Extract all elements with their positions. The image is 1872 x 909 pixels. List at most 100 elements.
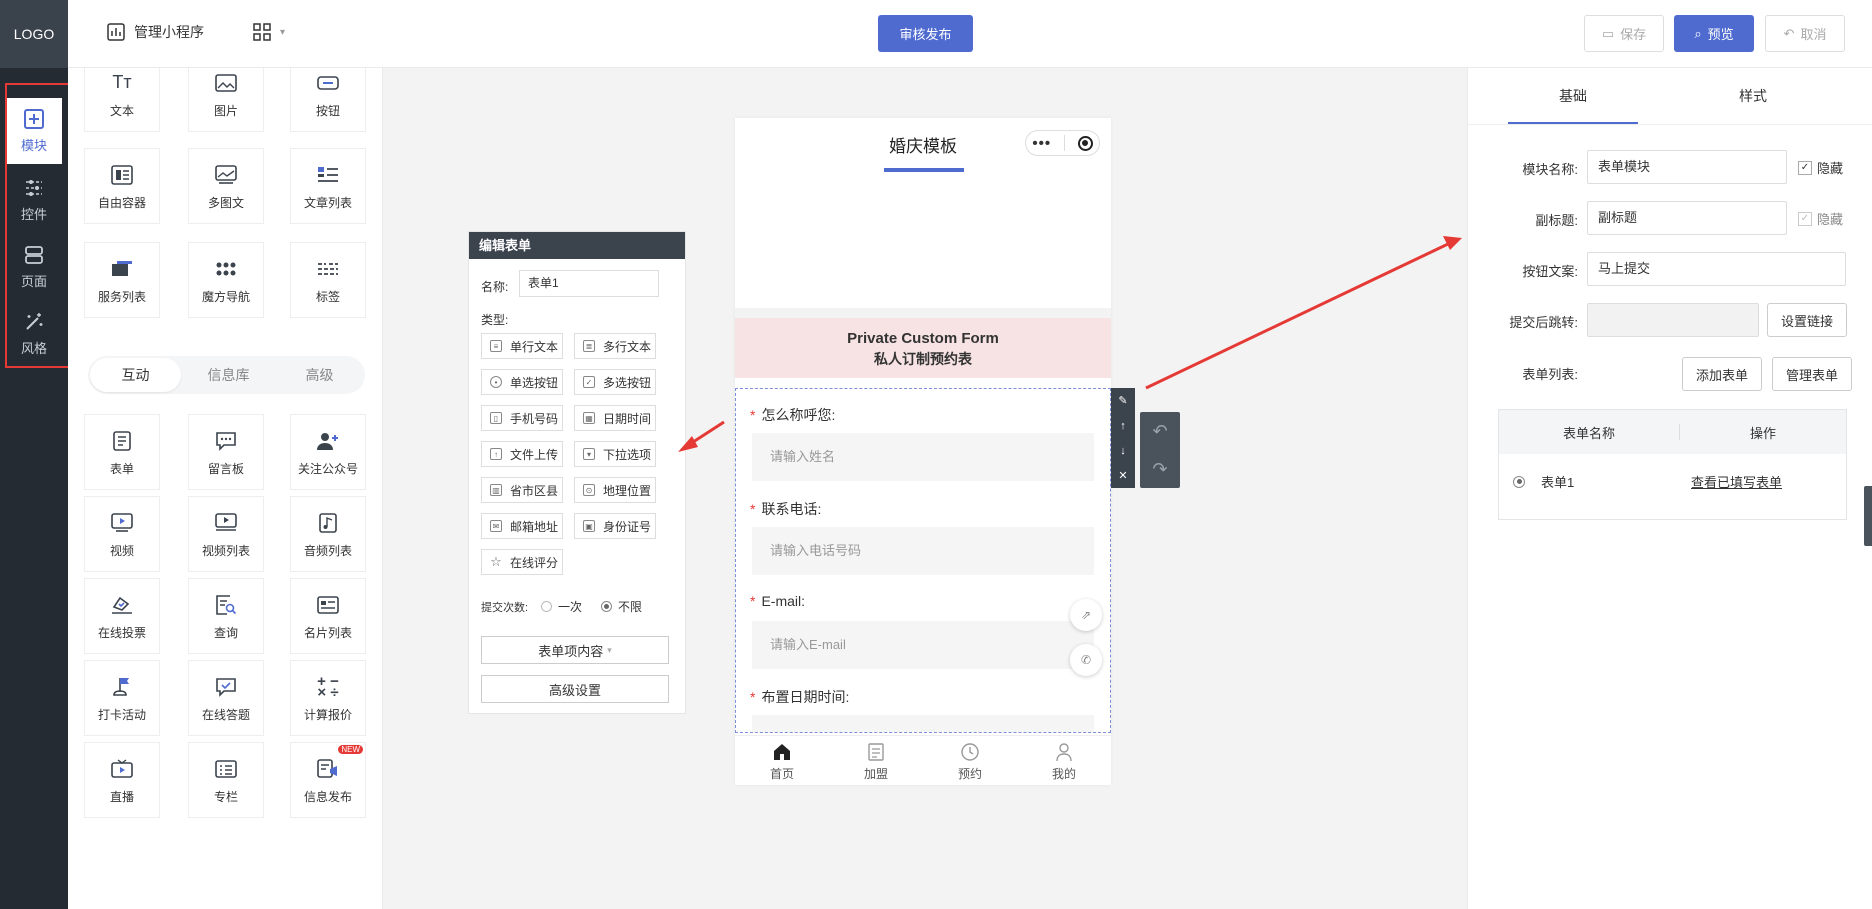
module-tile[interactable]: 服务列表 — [84, 242, 160, 318]
type-dropdown[interactable]: ▾ 下拉选项 — [574, 441, 656, 467]
module-tile[interactable]: 表单 — [84, 414, 160, 490]
banner-en: Private Custom Form — [847, 330, 999, 347]
save-button[interactable]: ▭ 保存 — [1584, 15, 1664, 52]
type-file-upload[interactable]: ↑ 文件上传 — [481, 441, 563, 467]
submit-once-radio[interactable]: 一次 — [541, 598, 582, 615]
type-email[interactable]: ✉ 邮箱地址 — [481, 513, 563, 539]
publish-button[interactable]: 审核发布 — [878, 15, 973, 52]
hide-name-checkbox[interactable]: ✓ 隐藏 — [1798, 158, 1843, 177]
module-tile[interactable]: 信息发布 NEW — [290, 742, 366, 818]
tabbar-join[interactable]: 加盟 — [846, 742, 906, 782]
search-icon: ⌕ — [1694, 25, 1702, 41]
type-id-card[interactable]: ▣ 身份证号 — [574, 513, 656, 539]
form-module-selected[interactable]: * 怎么称呼您: 请输入姓名 * 联系电话: 请输入电话号码 * E-mail: 请输… — [735, 388, 1111, 733]
tile-label: 标签 — [315, 289, 340, 304]
call-float-button[interactable]: ✆ — [1070, 644, 1102, 676]
phone-input[interactable]: 请输入电话号码 — [752, 527, 1094, 575]
tab-style[interactable]: 样式 — [1688, 68, 1818, 124]
module-tile[interactable]: + − × ÷ 计算报价 — [290, 660, 366, 736]
module-tile[interactable]: 关注公众号 — [290, 414, 366, 490]
module-tile[interactable]: 直播 — [84, 742, 160, 818]
form-items-button[interactable]: 表单项内容 ▾ — [481, 636, 669, 664]
type-multi-line[interactable]: ≣ 多行文本 — [574, 333, 656, 359]
side-feedback-tab[interactable] — [1864, 486, 1872, 546]
module-name-input[interactable]: 表单模块 — [1587, 150, 1787, 184]
submit-count-label: 提交次数: — [481, 602, 529, 614]
tabbar-booking[interactable]: 预约 — [940, 742, 1000, 782]
type-location[interactable]: ⊙ 地理位置 — [574, 477, 656, 503]
quiz-icon — [213, 674, 239, 700]
cancel-label: 取消 — [1800, 27, 1827, 42]
edit-pencil-icon[interactable]: ✎ — [1111, 388, 1135, 413]
module-tile[interactable]: 在线投票 — [84, 578, 160, 654]
layout-switcher[interactable]: ▾ — [252, 22, 285, 42]
tabbar-mine[interactable]: 我的 — [1034, 742, 1094, 782]
type-phone[interactable]: ▯ 手机号码 — [481, 405, 563, 431]
module-tile[interactable]: 按钮 — [290, 68, 366, 132]
module-tile[interactable]: 标签 — [290, 242, 366, 318]
module-tile[interactable]: 查询 — [188, 578, 264, 654]
button-text-input[interactable]: 马上提交 — [1587, 252, 1846, 286]
tab-info-library[interactable]: 信息库 — [183, 358, 274, 392]
tab-interactive[interactable]: 互动 — [90, 358, 181, 392]
delete-icon[interactable]: ✕ — [1111, 463, 1135, 488]
tab-advanced[interactable]: 高级 — [274, 358, 365, 392]
module-tile[interactable]: 视频列表 — [188, 496, 264, 572]
move-down-icon[interactable]: ↓ — [1111, 438, 1135, 463]
redo-icon[interactable]: ↷ — [1140, 450, 1180, 488]
capsule-menu[interactable]: ••• — [1025, 130, 1100, 156]
grid-icon — [253, 23, 271, 41]
radio-on-icon[interactable] — [1513, 475, 1525, 488]
jump-link-input[interactable] — [1587, 303, 1759, 337]
type-datetime[interactable]: ▦ 日期时间 — [574, 405, 656, 431]
module-tile[interactable]: 留言板 — [188, 414, 264, 490]
tile-label: 关注公众号 — [297, 461, 358, 476]
module-tile[interactable]: 打卡活动 — [84, 660, 160, 736]
tab-basic[interactable]: 基础 — [1508, 68, 1638, 124]
module-tile[interactable]: 视频 — [84, 496, 160, 572]
datetime-input[interactable]: 请输入日期时间 — [752, 715, 1094, 732]
manage-form-button[interactable]: 管理表单 — [1772, 357, 1852, 391]
form-icon — [109, 428, 135, 454]
field-label: * E-mail: — [750, 593, 806, 609]
module-tile[interactable]: 名片列表 — [290, 578, 366, 654]
view-submissions-link[interactable]: 查看已填写表单 — [1691, 472, 1782, 491]
module-tile[interactable]: 在线答题 — [188, 660, 264, 736]
move-up-icon[interactable]: ↑ — [1111, 413, 1135, 438]
live-tv-icon — [109, 756, 135, 782]
undo-icon[interactable]: ↶ — [1140, 412, 1180, 450]
more-dots-icon: ••• — [1032, 134, 1052, 152]
type-radio[interactable]: • 单选按钮 — [481, 369, 563, 395]
module-tile[interactable]: 多图文 — [188, 148, 264, 224]
type-region[interactable]: ▥ 省市区县 — [481, 477, 563, 503]
advanced-settings-button[interactable]: 高级设置 — [481, 675, 669, 703]
module-tile[interactable]: 专栏 — [188, 742, 264, 818]
type-rating[interactable]: ☆ 在线评分 — [481, 549, 563, 575]
form-name-input[interactable]: 表单1 — [519, 270, 659, 297]
close-target-icon — [1077, 135, 1093, 151]
cancel-button[interactable]: ↶ 取消 — [1765, 15, 1845, 52]
tile-label: 服务列表 — [97, 289, 146, 304]
module-tile[interactable]: 图片 — [188, 68, 264, 132]
preview-button[interactable]: ⌕ 预览 — [1674, 15, 1754, 52]
module-tile[interactable]: Tт 文本 — [84, 68, 160, 132]
module-tile[interactable]: 文章列表 — [290, 148, 366, 224]
manage-miniapp-link[interactable]: 管理小程序 — [106, 22, 204, 42]
add-form-button[interactable]: 添加表单 — [1682, 357, 1762, 391]
type-checkbox[interactable]: ✓ 多选按钮 — [574, 369, 656, 395]
set-link-button[interactable]: 设置链接 — [1767, 303, 1847, 337]
module-tile[interactable]: 魔方导航 — [188, 242, 264, 318]
module-tile[interactable]: 音频列表 — [290, 496, 366, 572]
table-row[interactable]: 表单1 查看已填写表单 — [1499, 454, 1846, 509]
col-name: 表单名称 — [1562, 425, 1615, 441]
name-input[interactable]: 请输入姓名 — [752, 433, 1094, 481]
hide-subtitle-checkbox[interactable]: ✓ 隐藏 — [1798, 209, 1843, 228]
module-tile[interactable]: 自由容器 — [84, 148, 160, 224]
tabbar-home[interactable]: 首页 — [752, 742, 812, 782]
type-single-line[interactable]: ≡ 单行文本 — [481, 333, 563, 359]
type-label: 在线评分 — [510, 555, 559, 570]
share-float-button[interactable]: ⇗ — [1070, 599, 1102, 631]
subtitle-input[interactable]: 副标题 — [1587, 201, 1787, 235]
email-input[interactable]: 请输入E-mail — [752, 621, 1094, 669]
submit-unlimited-radio[interactable]: 不限 — [601, 598, 642, 615]
